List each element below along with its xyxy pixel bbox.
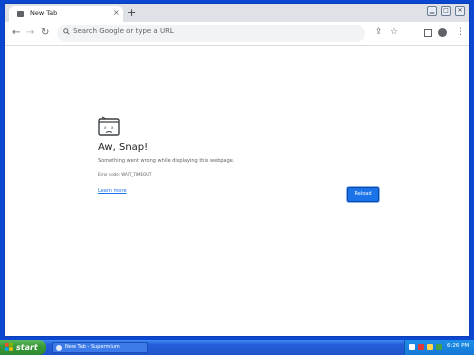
browser-window: New Tab × + ▁ □ ✕ ← → ↻ Search Google or… (0, 0, 474, 340)
close-tab-icon[interactable]: × (113, 8, 120, 18)
new-tab-favicon-icon (17, 11, 24, 17)
menu-kebab-icon[interactable]: ⋮ (456, 27, 465, 37)
close-window-button[interactable]: ✕ (455, 6, 465, 16)
network-icon[interactable] (409, 344, 415, 350)
tab-new-tab[interactable]: New Tab × (9, 6, 123, 22)
maximize-icon: □ (443, 7, 449, 14)
security-alert-icon[interactable] (418, 344, 424, 350)
close-icon: ✕ (457, 7, 463, 14)
maximize-button[interactable]: □ (441, 6, 451, 16)
reload-button[interactable]: Reload (347, 187, 379, 202)
learn-more-link[interactable]: Learn more (98, 188, 127, 194)
volume-icon[interactable] (427, 344, 433, 350)
bookmark-star-icon[interactable]: ☆ (390, 27, 398, 37)
profile-avatar-icon[interactable] (438, 28, 447, 37)
system-tray: 6:26 PM (404, 340, 474, 355)
side-panel-icon[interactable] (424, 29, 432, 37)
taskbar: start New Tab - Supermium 6:26 PM (0, 340, 474, 355)
tab-title: New Tab (30, 9, 58, 17)
windows-flag-icon (5, 343, 13, 351)
sad-tab-icon: x x (98, 116, 120, 136)
omnibox-placeholder: Search Google or type a URL (73, 27, 174, 35)
taskbar-item-browser[interactable]: New Tab - Supermium (52, 342, 148, 353)
error-code: Error code: WAIT_TIMEOUT (98, 172, 152, 177)
minimize-button[interactable]: ▁ (427, 6, 437, 16)
forward-arrow-icon[interactable]: → (26, 28, 34, 38)
back-arrow-icon[interactable]: ← (12, 28, 20, 38)
tab-strip: New Tab × + ▁ □ ✕ (5, 4, 469, 22)
error-page: x x Aw, Snap! Something went wrong while… (5, 46, 469, 336)
browser-toolbar: ← → ↻ Search Google or type a URL ⇪ ☆ ⋮ (5, 22, 469, 46)
taskbar-item-label: New Tab - Supermium (65, 344, 120, 350)
browser-frame: New Tab × + ▁ □ ✕ ← → ↻ Search Google or… (4, 3, 470, 337)
svg-text:x: x (104, 125, 107, 130)
start-button[interactable]: start (0, 340, 46, 355)
error-title: Aw, Snap! (98, 142, 149, 153)
clock: 6:26 PM (447, 343, 470, 349)
share-icon[interactable]: ⇪ (375, 27, 383, 37)
error-description: Something went wrong while displaying th… (98, 158, 235, 164)
antivirus-icon[interactable] (436, 344, 442, 350)
reload-icon[interactable]: ↻ (41, 28, 49, 38)
start-label: start (16, 343, 38, 352)
omnibox[interactable]: Search Google or type a URL (57, 25, 365, 42)
minimize-icon: ▁ (429, 7, 435, 14)
svg-text:x: x (111, 125, 114, 130)
browser-app-icon (56, 345, 62, 351)
new-tab-button[interactable]: + (127, 7, 136, 19)
search-icon (63, 28, 70, 35)
